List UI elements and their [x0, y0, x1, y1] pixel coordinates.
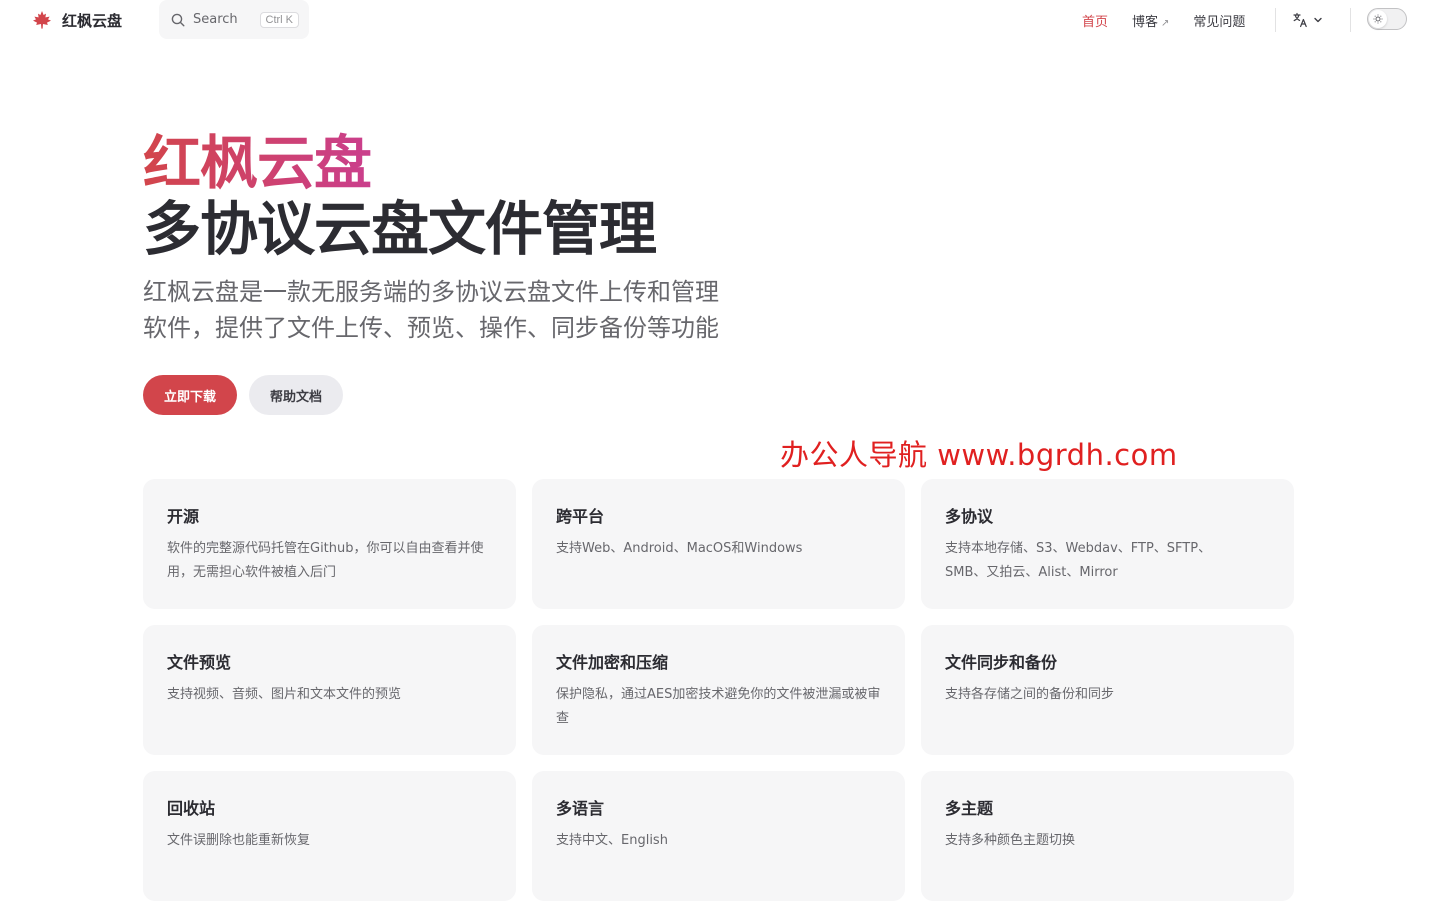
features-grid: 开源 软件的完整源代码托管在Github，你可以自由查看并使用，无需担心软件被植… [143, 479, 1294, 901]
feature-card-multi-protocol: 多协议 支持本地存储、S3、Webdav、FTP、SFTP、SMB、又拍云、Al… [921, 479, 1294, 609]
brand-link[interactable]: 红枫云盘 [32, 8, 122, 32]
brand-title: 红枫云盘 [62, 11, 123, 30]
top-navbar: 红枫云盘 Search Ctrl K 首页 博客 ↗ 常见问题 [0, 0, 1446, 40]
feature-title: 文件同步和备份 [945, 653, 1058, 672]
hero-section: 红枫云盘 多协议云盘文件管理 红枫云盘是一款无服务端的多协议云盘文件上传和管理软… [143, 130, 763, 346]
nav-link-home-label: 首页 [1082, 14, 1109, 30]
feature-card-encryption: 文件加密和压缩 保护隐私，通过AES加密技术避免你的文件被泄漏或被审查 [532, 625, 905, 755]
search-button[interactable]: Search Ctrl K [159, 0, 309, 39]
feature-card-multi-theme: 多主题 支持多种颜色主题切换 [921, 771, 1294, 901]
external-link-icon: ↗ [1161, 17, 1170, 29]
feature-details: 支持中文、English [556, 833, 668, 848]
chevron-down-icon [1314, 17, 1322, 23]
docs-button[interactable]: 帮助文档 [249, 375, 344, 415]
search-icon [171, 13, 185, 27]
feature-details: 支持视频、音频、图片和文本文件的预览 [167, 687, 402, 702]
feature-card-cross-platform: 跨平台 支持Web、Android、MacOS和Windows [532, 479, 905, 609]
nav-link-blog-label: 博客 [1132, 14, 1159, 30]
nav-link-blog[interactable]: 博客 ↗ [1132, 11, 1169, 30]
watermark-text: 办公人导航 www.bgrdh.com [780, 438, 1178, 472]
translate-icon [1293, 12, 1307, 28]
hero-text: 多协议云盘文件管理 [143, 195, 657, 263]
feature-card-open-source: 开源 软件的完整源代码托管在Github，你可以自由查看并使用，无需担心软件被植… [143, 479, 516, 609]
feature-details: 支持多种颜色主题切换 [945, 833, 1076, 848]
sun-icon [1373, 14, 1383, 24]
theme-toggle-switch[interactable] [1367, 8, 1407, 30]
hero-heading: 红枫云盘 多协议云盘文件管理 [143, 130, 763, 262]
feature-card-multi-language: 多语言 支持中文、English [532, 771, 905, 901]
nav-divider [1275, 8, 1276, 32]
search-shortcut-key: Ctrl K [259, 11, 299, 28]
hero-name: 红枫云盘 [143, 130, 763, 196]
feature-details: 保护隐私，通过AES加密技术避免你的文件被泄漏或被审查 [556, 687, 881, 726]
nav-link-faq-label: 常见问题 [1193, 14, 1246, 30]
toggle-knob [1369, 10, 1387, 28]
feature-title: 文件预览 [167, 653, 232, 672]
feature-title: 开源 [167, 507, 200, 526]
nav-divider [1350, 8, 1351, 32]
nav-link-home[interactable]: 首页 [1082, 11, 1108, 30]
feature-title: 多主题 [945, 799, 994, 818]
feature-card-sync-backup: 文件同步和备份 支持各存储之间的备份和同步 [921, 625, 1294, 755]
feature-title: 多协议 [945, 507, 994, 526]
feature-details: 文件误删除也能重新恢复 [167, 833, 311, 848]
feature-card-file-preview: 文件预览 支持视频、音频、图片和文本文件的预览 [143, 625, 516, 755]
feature-details: 软件的完整源代码托管在Github，你可以自由查看并使用，无需担心软件被植入后门 [167, 541, 484, 580]
nav-link-faq[interactable]: 常见问题 [1193, 11, 1245, 30]
feature-card-recycle-bin: 回收站 文件误删除也能重新恢复 [143, 771, 516, 901]
feature-title: 跨平台 [556, 507, 605, 526]
download-button[interactable]: 立即下载 [143, 375, 238, 415]
feature-title: 文件加密和压缩 [556, 653, 669, 672]
feature-title: 回收站 [167, 799, 216, 818]
feature-details: 支持Web、Android、MacOS和Windows [556, 541, 803, 556]
language-switcher[interactable] [1292, 10, 1324, 30]
maple-leaf-logo-icon [33, 11, 51, 29]
feature-title: 多语言 [556, 799, 605, 818]
feature-details: 支持各存储之间的备份和同步 [945, 687, 1115, 702]
search-placeholder: Search [193, 12, 238, 27]
hero-actions: 立即下载 帮助文档 [143, 375, 344, 415]
feature-details: 支持本地存储、S3、Webdav、FTP、SFTP、SMB、又拍云、Alist、… [945, 541, 1212, 580]
nav-links: 首页 博客 ↗ 常见问题 [1070, 10, 1257, 30]
hero-tagline: 红枫云盘是一款无服务端的多协议云盘文件上传和管理软件，提供了文件上传、预览、操作… [143, 278, 719, 342]
